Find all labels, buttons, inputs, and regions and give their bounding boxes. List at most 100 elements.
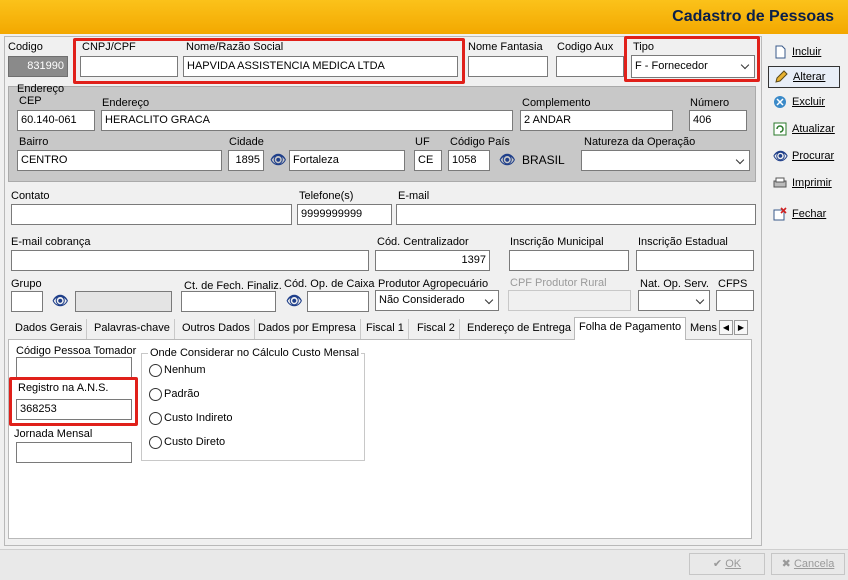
codigo-field: 831990 <box>8 56 68 77</box>
excluir-label: Excluir <box>792 96 826 108</box>
cod-tomador-input[interactable] <box>16 357 132 378</box>
cidade-name-field: Fortaleza <box>289 150 405 171</box>
cfps-label: CFPS <box>718 278 748 290</box>
produtor-select[interactable]: Não Considerado <box>375 290 499 311</box>
tab-fiscal-2[interactable]: Fiscal 2 <box>413 319 460 339</box>
numero-label: Número <box>690 97 730 109</box>
alterar-button[interactable]: Alterar <box>768 66 840 88</box>
radio-custo-indireto[interactable] <box>149 412 162 425</box>
ans-input[interactable]: 368253 <box>16 399 132 420</box>
pais-name: BRASIL <box>522 153 565 167</box>
codaux-input[interactable] <box>556 56 624 77</box>
inscmun-input[interactable] <box>509 250 629 271</box>
procurar-button[interactable]: 👁 Procurar <box>768 146 840 168</box>
cep-label: CEP <box>19 95 42 107</box>
natureza-label: Natureza da Operação <box>584 136 696 148</box>
atualizar-label: Atualizar <box>792 123 835 135</box>
radio-padrao[interactable] <box>149 388 162 401</box>
inscest-input[interactable] <box>636 250 754 271</box>
excluir-button[interactable]: Excluir <box>768 92 840 114</box>
binoculars-icon: 👁 <box>773 149 789 163</box>
codpais-input[interactable]: 1058 <box>448 150 490 171</box>
bairro-input[interactable]: CENTRO <box>17 150 222 171</box>
natureza-select[interactable] <box>581 150 750 171</box>
cancela-label: Cancela <box>793 558 835 570</box>
tab-dados-gerais[interactable]: Dados Gerais <box>11 319 88 339</box>
codaux-label: Codigo Aux <box>557 41 614 53</box>
cpfprod-label: CPF Produtor Rural <box>510 277 607 289</box>
imprimir-button[interactable]: Imprimir <box>768 173 840 195</box>
codop-search-icon[interactable]: 👁 <box>286 293 303 309</box>
codop-input[interactable] <box>307 291 369 312</box>
tab-palavras-chave[interactable]: Palavras-chave <box>90 319 175 339</box>
bairro-label: Bairro <box>19 136 49 148</box>
grupo-name-field <box>75 291 172 312</box>
radio-custo-indireto-label: Custo Indireto <box>164 412 233 424</box>
inscest-label: Inscrição Estadual <box>638 236 728 248</box>
endereco-group-label: Endereço <box>17 83 65 95</box>
natop-select[interactable] <box>638 290 710 311</box>
cod-tomador-label: Código Pessoa Tomador <box>16 345 137 357</box>
emailcob-input[interactable] <box>11 250 369 271</box>
cidade-code-input[interactable]: 1895 <box>228 150 264 171</box>
tab-mens[interactable]: Mens <box>688 319 718 339</box>
imprimir-label: Imprimir <box>792 177 832 189</box>
radio-custo-direto[interactable] <box>149 436 162 449</box>
centralizador-label: Cód. Centralizador <box>377 236 469 248</box>
tab-scroll-left-button[interactable]: ◀ <box>719 320 733 335</box>
uf-input[interactable]: CE <box>414 150 442 171</box>
grupo-input[interactable] <box>11 291 43 312</box>
produtor-label: Produtor Agropecuário <box>378 278 489 290</box>
radio-nenhum[interactable] <box>149 364 162 377</box>
fechar-button[interactable]: Fechar <box>768 204 840 226</box>
incluir-label: Incluir <box>792 46 822 58</box>
atualizar-button[interactable]: Atualizar <box>768 119 840 141</box>
tab-fiscal-1[interactable]: Fiscal 1 <box>362 319 409 339</box>
refresh-icon <box>773 122 787 136</box>
cidade-search-icon[interactable]: 👁 <box>270 152 287 168</box>
telefone-input[interactable]: 9999999999 <box>297 204 392 225</box>
grupo-label: Grupo <box>11 278 42 290</box>
complemento-input[interactable]: 2 ANDAR <box>520 110 673 131</box>
tab-endereco-entrega[interactable]: Endereço de Entrega <box>463 319 576 339</box>
endereco-input[interactable]: HERACLITO GRACA <box>101 110 513 131</box>
tab-outros-dados[interactable]: Outros Dados <box>178 319 255 339</box>
email-label: E-mail <box>398 190 430 202</box>
nome-label: Nome/Razão Social <box>186 41 284 53</box>
radio-padrao-label: Padrão <box>164 388 200 400</box>
jornada-input[interactable] <box>16 442 132 463</box>
cfps-input[interactable] <box>716 290 754 311</box>
ok-button[interactable]: ✔ OK <box>689 553 765 575</box>
ans-label: Registro na A.N.S. <box>18 382 109 394</box>
cnpj-label: CNPJ/CPF <box>82 41 136 53</box>
tipo-select[interactable]: F - Fornecedor <box>631 55 755 78</box>
nome-input[interactable]: HAPVIDA ASSISTENCIA MEDICA LTDA <box>183 56 458 77</box>
custo-group-label: Onde Considerar no Cálculo Custo Mensal <box>148 347 362 359</box>
uf-label: UF <box>415 136 430 148</box>
natop-label: Nat. Op. Serv. <box>640 278 709 290</box>
cep-input[interactable]: 60.140-061 <box>17 110 95 131</box>
cnpj-input[interactable] <box>80 56 178 77</box>
emailcob-label: E-mail cobrança <box>11 236 91 248</box>
close-window-icon <box>773 207 787 221</box>
grupo-search-icon[interactable]: 👁 <box>52 293 69 309</box>
tab-folha-pagamento[interactable]: Folha de Pagamento <box>574 317 687 340</box>
fantasia-input[interactable] <box>468 56 548 77</box>
fantasia-label: Nome Fantasia <box>468 41 543 53</box>
incluir-button[interactable]: Incluir <box>768 42 840 64</box>
fechar-label: Fechar <box>792 208 827 220</box>
ctfech-input[interactable] <box>181 291 276 312</box>
endereco-label: Endereço <box>102 97 150 109</box>
contato-input[interactable] <box>11 204 292 225</box>
tipo-label: Tipo <box>633 41 654 53</box>
pais-search-icon[interactable]: 👁 <box>499 152 516 168</box>
email-input[interactable] <box>396 204 756 225</box>
numero-input[interactable]: 406 <box>689 110 747 131</box>
check-icon: ✔ <box>712 558 723 570</box>
codpais-label: Código País <box>450 136 510 148</box>
cancela-button[interactable]: ✖ Cancela <box>771 553 845 575</box>
centralizador-input[interactable]: 1397 <box>375 250 490 271</box>
radio-custo-direto-label: Custo Direto <box>164 436 226 448</box>
tab-dados-por-empresa[interactable]: Dados por Empresa <box>254 319 361 339</box>
tab-scroll-right-button[interactable]: ▶ <box>734 320 748 335</box>
